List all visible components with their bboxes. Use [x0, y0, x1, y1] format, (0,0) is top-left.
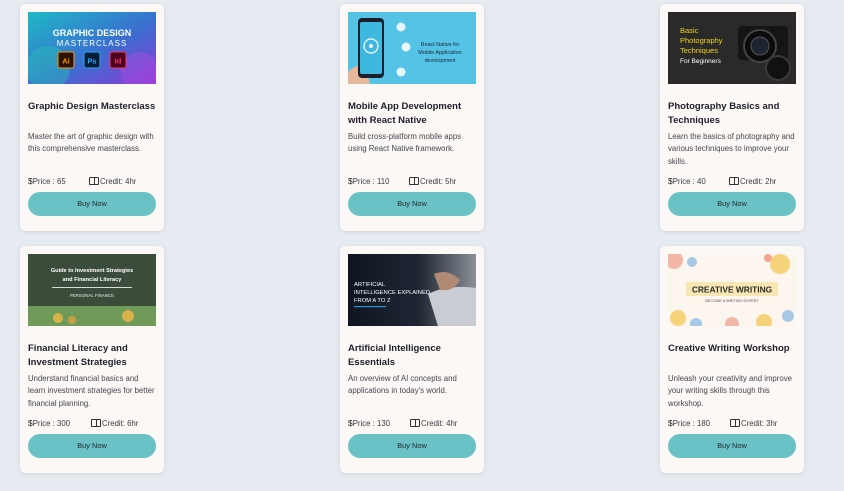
- course-title: Mobile App Development with React Native: [348, 101, 462, 126]
- course-title: Graphic Design Masterclass: [28, 101, 156, 112]
- course-description: Learn the basics of photography and vari…: [668, 132, 795, 166]
- course-credit-label: Credit: 4hr: [421, 419, 458, 428]
- svg-text:BECOME A WRITING EXPERT: BECOME A WRITING EXPERT: [705, 299, 759, 303]
- course-card: Guide to Investment Strategies and Finan…: [20, 246, 164, 473]
- course-credit-label: Credit: 5hr: [420, 177, 457, 186]
- course-meta: $Price : 180 Credit: 3hr: [668, 418, 798, 428]
- book-icon: [89, 177, 99, 185]
- book-icon: [410, 419, 420, 427]
- course-price: Price : 110: [352, 177, 390, 186]
- course-title: Photography Basics and Techniques: [668, 101, 780, 126]
- svg-text:ARTIFICIAL: ARTIFICIAL: [354, 282, 386, 288]
- course-credit: Credit: 5hr: [409, 176, 456, 186]
- course-price: Price : 40: [672, 177, 706, 186]
- course-meta: $Price : 40 Credit: 2hr: [668, 176, 798, 186]
- svg-text:CREATIVE WRITING: CREATIVE WRITING: [692, 285, 772, 295]
- course-card: React Native for Mobile Application deve…: [340, 4, 484, 231]
- book-icon: [730, 419, 740, 427]
- course-credit-label: Credit: 4hr: [100, 177, 137, 186]
- buy-now-button[interactable]: Buy Now: [348, 192, 476, 216]
- course-credit: Credit: 6hr: [91, 418, 138, 428]
- course-thumbnail: Guide to Investment Strategies and Finan…: [28, 254, 156, 326]
- course-card: ARTIFICIAL INTELLIGENCE EXPLAINED FROM A…: [340, 246, 484, 473]
- course-credit-label: Credit: 3hr: [741, 419, 778, 428]
- svg-text:Ps: Ps: [87, 57, 96, 66]
- course-price: Price : 130: [352, 419, 391, 428]
- svg-text:React Native for: React Native for: [421, 42, 460, 48]
- svg-text:Techniques: Techniques: [680, 46, 718, 55]
- course-title: Financial Literacy and Investment Strate…: [28, 343, 128, 368]
- svg-text:PERSONAL FINANCE: PERSONAL FINANCE: [70, 293, 114, 298]
- svg-text:GRAPHIC DESIGN: GRAPHIC DESIGN: [53, 28, 132, 38]
- course-meta: $Price : 110 Credit: 5hr: [348, 176, 478, 186]
- course-title: Artificial Intelligence Essentials: [348, 343, 441, 368]
- course-meta: $Price : 130 Credit: 4hr: [348, 418, 478, 428]
- buy-now-button[interactable]: Buy Now: [668, 192, 796, 216]
- course-price: Price : 180: [672, 419, 711, 428]
- course-description: An overview of AI concepts and applicati…: [348, 374, 457, 396]
- course-card: Basic Photography Techniques For Beginne…: [660, 4, 804, 231]
- svg-text:Photography: Photography: [680, 36, 723, 45]
- svg-text:development: development: [425, 58, 456, 64]
- svg-text:For Beginners: For Beginners: [680, 58, 722, 65]
- course-price: Price : 300: [32, 419, 71, 428]
- course-thumbnail: GRAPHIC DESIGN MASTERCLASS Ai Ps Id: [28, 12, 156, 84]
- course-title: Creative Writing Workshop: [668, 343, 790, 354]
- buy-now-button[interactable]: Buy Now: [668, 434, 796, 458]
- course-credit: Credit: 4hr: [410, 418, 457, 428]
- course-thumbnail: CREATIVE WRITING BECOME A WRITING EXPERT: [668, 254, 796, 326]
- svg-text:Mobile Application: Mobile Application: [418, 50, 461, 56]
- buy-now-button[interactable]: Buy Now: [348, 434, 476, 458]
- svg-text:Ai: Ai: [62, 57, 70, 66]
- svg-text:Id: Id: [115, 57, 122, 66]
- svg-text:Basic: Basic: [680, 26, 699, 35]
- buy-now-button[interactable]: Buy Now: [28, 192, 156, 216]
- svg-text:INTELLIGENCE EXPLAINED: INTELLIGENCE EXPLAINED: [354, 290, 430, 296]
- svg-text:FROM A TO Z: FROM A TO Z: [354, 298, 391, 304]
- course-credit: Credit: 2hr: [729, 176, 776, 186]
- course-thumbnail: ARTIFICIAL INTELLIGENCE EXPLAINED FROM A…: [348, 254, 476, 326]
- course-thumbnail: Basic Photography Techniques For Beginne…: [668, 12, 796, 84]
- svg-text:Guide to Investment Strategies: Guide to Investment Strategies: [51, 268, 133, 274]
- course-thumbnail: React Native for Mobile Application deve…: [348, 12, 476, 84]
- course-credit: Credit: 3hr: [730, 418, 777, 428]
- course-card: GRAPHIC DESIGN MASTERCLASS Ai Ps Id Grap…: [20, 4, 164, 231]
- svg-text:MASTERCLASS: MASTERCLASS: [57, 39, 128, 48]
- buy-now-button[interactable]: Buy Now: [28, 434, 156, 458]
- book-icon: [91, 419, 101, 427]
- course-meta: $Price : 300 Credit: 6hr: [28, 418, 158, 428]
- course-credit-label: Credit: 6hr: [102, 419, 139, 428]
- course-price: Price : 65: [32, 177, 66, 186]
- book-icon: [729, 177, 739, 185]
- course-description: Master the art of graphic design with th…: [28, 132, 154, 154]
- course-description: Understand financial basics and learn in…: [28, 374, 155, 408]
- course-credit: Credit: 4hr: [89, 176, 136, 186]
- course-description: Unleash your creativity and improve your…: [668, 374, 792, 408]
- course-card: CREATIVE WRITING BECOME A WRITING EXPERT…: [660, 246, 804, 473]
- course-meta: $Price : 65 Credit: 4hr: [28, 176, 158, 186]
- course-description: Build cross-platform mobile apps using R…: [348, 132, 462, 154]
- course-credit-label: Credit: 2hr: [740, 177, 777, 186]
- svg-text:and Financial Literacy: and Financial Literacy: [63, 277, 123, 283]
- book-icon: [409, 177, 419, 185]
